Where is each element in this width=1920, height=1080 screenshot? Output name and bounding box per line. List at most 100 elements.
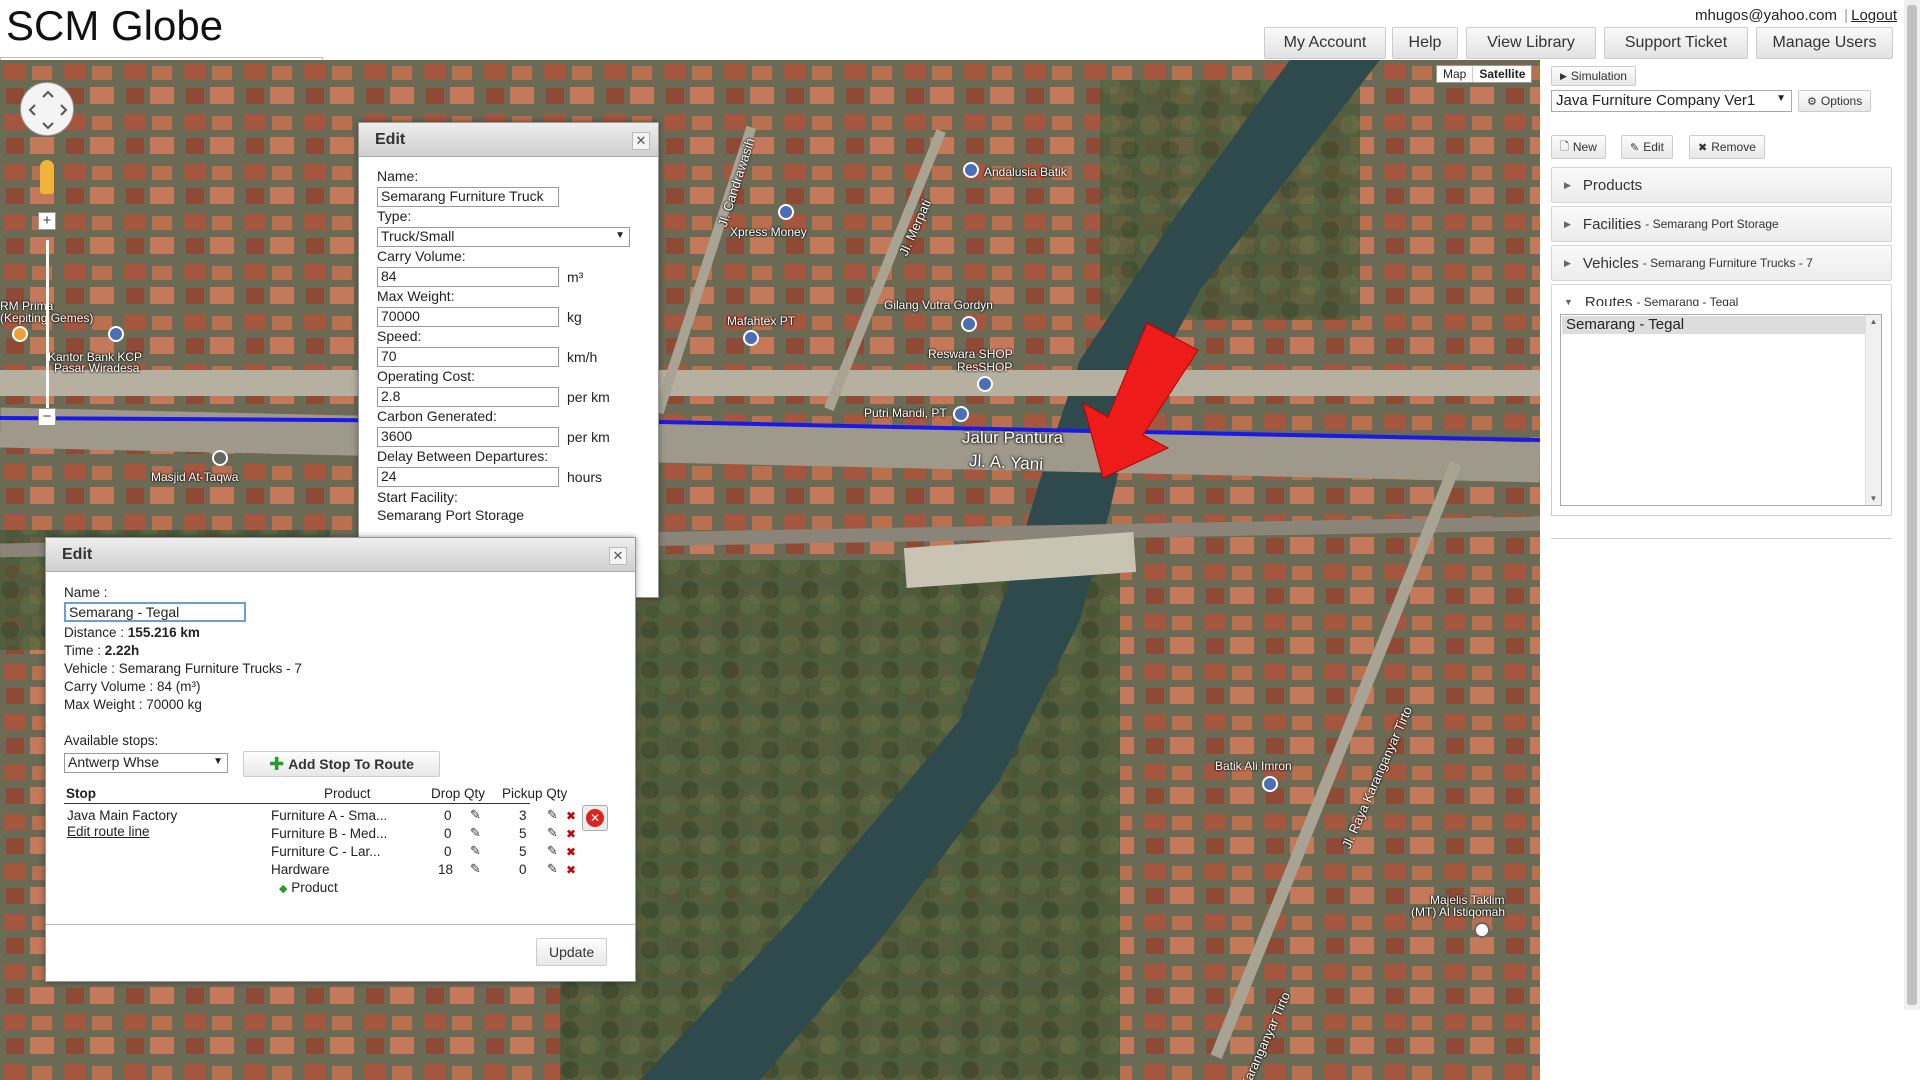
name-input[interactable]: Semarang Furniture Truck	[377, 187, 559, 207]
map-type-map-button[interactable]: Map	[1437, 66, 1472, 82]
column-header-product: Product	[324, 786, 371, 801]
poi-icon[interactable]	[743, 330, 759, 346]
edit-button[interactable]: ✎ Edit	[1621, 135, 1673, 159]
accordion-facilities[interactable]: ▶ Facilities - Semarang Port Storage	[1551, 206, 1892, 242]
close-icon[interactable]: ✕	[609, 547, 627, 565]
drop-qty: 0	[444, 826, 452, 841]
scrollbar[interactable]: ▲ ▼	[1865, 315, 1881, 505]
options-button[interactable]: ⚙ Options	[1798, 90, 1872, 112]
poi-icon[interactable]	[1262, 776, 1278, 792]
mosque-icon[interactable]	[212, 450, 228, 466]
restaurant-icon[interactable]	[12, 326, 28, 342]
delete-product-icon[interactable]: ✖	[566, 827, 576, 841]
delay-input[interactable]: 24	[377, 467, 559, 487]
route-edit-dialog: Edit ✕ Name : Semarang - Tegal Distance …	[45, 537, 636, 982]
speed-input[interactable]: 70	[377, 347, 559, 367]
add-product-label: Product	[291, 880, 338, 895]
map-label: (MT) Al Istiqomah	[1411, 905, 1506, 919]
manage-users-button[interactable]: Manage Users	[1756, 27, 1893, 59]
delete-product-icon[interactable]: ✖	[566, 845, 576, 859]
close-icon[interactable]: ✕	[632, 132, 650, 150]
accordion-vehicles[interactable]: ▶ Vehicles - Semarang Furniture Trucks -…	[1551, 245, 1892, 281]
street-view-pegman-icon[interactable]	[40, 160, 54, 194]
zoom-slider[interactable]	[46, 240, 49, 410]
edit-pickup-icon[interactable]: ✎	[547, 825, 558, 841]
distance-row: Distance : 155.216 km	[64, 625, 200, 640]
my-account-button[interactable]: My Account	[1264, 27, 1386, 59]
map-label: Gilang Vutra Gordyn	[884, 298, 993, 312]
map-label: Mafahtex PT	[727, 314, 796, 328]
edit-drop-icon[interactable]: ✎	[470, 861, 481, 877]
map-label: Masjid At-Taqwa	[151, 470, 239, 484]
route-name-input[interactable]: Semarang - Tegal	[64, 602, 246, 622]
page-scrollbar[interactable]	[1904, 0, 1920, 1010]
distance-value: 155.216 km	[127, 625, 200, 640]
update-button[interactable]: Update	[536, 938, 608, 966]
delete-stop-button[interactable]: ✕	[582, 805, 608, 831]
edit-pickup-icon[interactable]: ✎	[547, 807, 558, 823]
road-label: Jl. A. Yani	[968, 451, 1044, 474]
scroll-up-icon[interactable]: ▲	[1866, 317, 1881, 326]
remove-button[interactable]: ✖ Remove	[1689, 135, 1765, 159]
edit-pickup-icon[interactable]: ✎	[547, 861, 558, 877]
play-icon: ▶	[1560, 70, 1567, 81]
max-weight-input[interactable]: 70000	[377, 307, 559, 327]
accordion-title: Products	[1582, 176, 1643, 194]
operating-cost-input[interactable]: 2.8	[377, 387, 559, 407]
edit-drop-icon[interactable]: ✎	[470, 843, 481, 859]
carbon-input[interactable]: 3600	[377, 427, 559, 447]
chevron-right-icon: ▶	[1564, 179, 1571, 190]
poi-icon[interactable]	[1474, 922, 1490, 938]
delete-product-icon[interactable]: ✖	[566, 809, 576, 823]
available-stops-select[interactable]: Antwerp Whse ▼	[64, 753, 228, 773]
edit-route-line-link[interactable]: Edit route line	[67, 824, 150, 839]
view-library-button[interactable]: View Library	[1466, 27, 1596, 59]
map-label: Putri Mandi, PT	[864, 406, 947, 420]
unit-label: hours	[567, 469, 603, 485]
dialog-title: Edit	[46, 538, 635, 572]
edit-drop-icon[interactable]: ✎	[470, 807, 481, 823]
support-ticket-button[interactable]: Support Ticket	[1604, 27, 1748, 59]
poi-icon[interactable]	[977, 376, 993, 392]
company-select-value: Java Furniture Company Ver1	[1556, 92, 1756, 109]
company-select[interactable]: Java Furniture Company Ver1 ▼	[1551, 90, 1792, 112]
poi-icon[interactable]	[778, 204, 794, 220]
pencil-icon: ✎	[1630, 141, 1640, 154]
zoom-in-button[interactable]: +	[38, 212, 56, 230]
routes-list-item[interactable]: Semarang - Tegal	[1562, 316, 1866, 334]
poi-icon[interactable]	[108, 326, 124, 342]
map-label: ResSHOP	[957, 360, 1013, 374]
add-stop-button[interactable]: ✚ Add Stop To Route	[243, 751, 440, 777]
delete-product-icon[interactable]: ✖	[566, 863, 576, 877]
simulation-button[interactable]: ▶ Simulation	[1551, 66, 1636, 86]
new-button[interactable]: 🗋 New	[1551, 135, 1606, 159]
time-label: Time :	[64, 643, 101, 658]
type-select[interactable]: Truck/Small ▼	[377, 227, 630, 247]
zoom-out-button[interactable]: −	[38, 408, 56, 426]
unit-label: m³	[567, 269, 584, 285]
poi-icon[interactable]	[953, 406, 969, 422]
max-weight-label: Max Weight:	[377, 288, 455, 304]
poi-icon[interactable]	[961, 316, 977, 332]
pickup-qty: 0	[519, 862, 527, 877]
help-button[interactable]: Help	[1392, 27, 1458, 59]
add-product-link[interactable]: ◆ Product	[279, 880, 338, 895]
new-label: New	[1572, 140, 1597, 154]
carry-volume-input[interactable]: 84	[377, 267, 559, 287]
time-value: 2.22h	[104, 643, 140, 658]
scroll-down-icon[interactable]: ▼	[1866, 494, 1881, 503]
available-stops-label: Available stops:	[64, 733, 159, 748]
poi-icon[interactable]	[963, 162, 979, 178]
logout-link[interactable]: Logout	[1851, 7, 1897, 24]
product-name: Hardware	[271, 862, 330, 877]
drop-qty: 0	[444, 844, 452, 859]
scrollbar-thumb[interactable]	[1907, 5, 1917, 1005]
pan-control[interactable]	[20, 82, 74, 136]
accordion-products[interactable]: ▶ Products	[1551, 167, 1892, 203]
map-type-satellite-button[interactable]: Satellite	[1472, 66, 1531, 82]
pan-arrows-icon	[28, 90, 68, 130]
routes-listbox[interactable]: Semarang - Tegal ▲ ▼	[1560, 314, 1882, 506]
edit-drop-icon[interactable]: ✎	[470, 825, 481, 841]
edit-pickup-icon[interactable]: ✎	[547, 843, 558, 859]
unit-label: per km	[567, 429, 610, 445]
